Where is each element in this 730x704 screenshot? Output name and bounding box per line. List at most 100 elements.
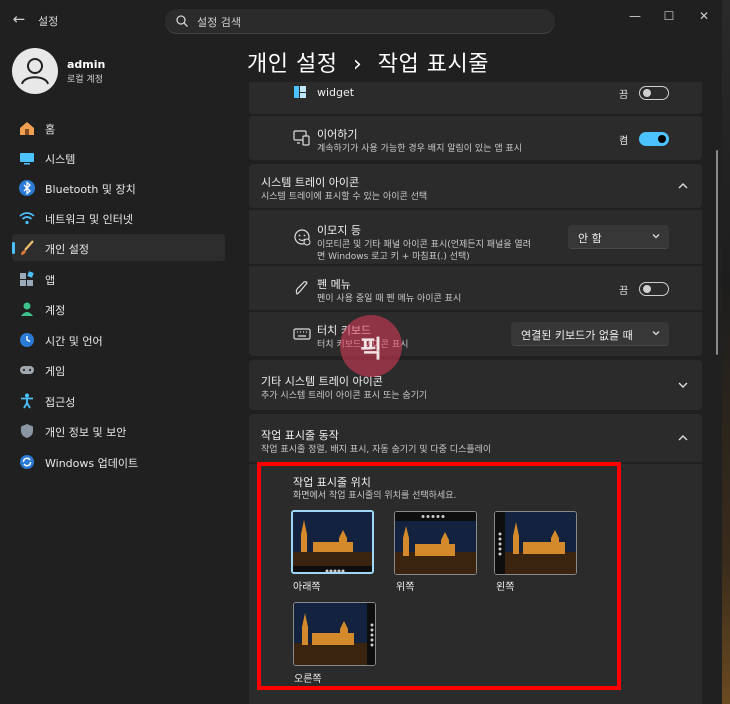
position-option-left[interactable] [494, 511, 577, 575]
sidebar-item-windows-update[interactable]: Windows 업데이트 [12, 448, 225, 475]
toggle-knob [643, 285, 651, 293]
sidebar-item-label: 개인 정보 및 보안 [45, 426, 127, 439]
emoji-row: 이모지 등 이모티콘 및 기타 패널 아이콘 표시(언제든지 패널을 열려 면 … [249, 210, 702, 264]
sidebar-item-personalization[interactable]: 개인 설정 [12, 234, 225, 261]
continue-devices-icon [293, 130, 310, 146]
taskbar-position-section: 작업 표시줄 위치 화면에서 작업 표시줄의 위치를 선택하세요. 아래쪽 위쪽… [249, 464, 702, 704]
emoji-dropdown[interactable]: 안 함 [568, 225, 669, 249]
sidebar-item-label: 앱 [45, 274, 56, 287]
pen-menu-title: 펜 메뉴 [317, 278, 351, 291]
position-label-left: 왼쪽 [496, 582, 515, 593]
touch-keyboard-row: 터치 키보드 터치 키보드 아이콘 표시 연결된 키보드가 없을 때 [249, 312, 702, 356]
sidebar-item-label: 시스템 [45, 153, 76, 166]
clock-globe-icon [20, 333, 34, 347]
sidebar-item-label: Bluetooth 및 장치 [45, 183, 136, 196]
keyboard-icon [293, 328, 311, 340]
active-indicator [12, 242, 15, 254]
sidebar-item-label: Windows 업데이트 [45, 457, 139, 470]
position-option-right[interactable] [293, 602, 376, 666]
sidebar-item-label: 네트워크 및 인터넷 [45, 213, 133, 226]
emoji-dropdown-value: 안 함 [578, 232, 602, 245]
sidebar-item-label: 홈 [45, 123, 56, 136]
minimize-button[interactable]: — [623, 6, 647, 26]
pen-toggle-state: 끔 [619, 286, 629, 297]
chevron-down-icon [678, 382, 688, 388]
content-scrollbar[interactable] [716, 150, 718, 355]
position-option-top[interactable] [394, 511, 477, 575]
person-icon [21, 302, 33, 316]
other-tray-subtitle: 추가 시스템 트레이 아이콘 표시 또는 숨기기 [261, 391, 428, 401]
app-title: 설정 [38, 15, 59, 28]
sidebar-item-network[interactable]: 네트워크 및 인터넷 [12, 204, 225, 231]
position-label-top: 위쪽 [396, 582, 415, 593]
maximize-button[interactable]: ☐ [657, 6, 681, 26]
person-avatar-icon [21, 58, 49, 85]
content-pane: widget 끔 이어하기 계속하기가 사용 가능한 경우 배지 알림이 있는 … [249, 82, 702, 704]
sidebar-item-accessibility[interactable]: 접근성 [12, 387, 225, 414]
emoji-subtitle-line2: 면 Windows 로고 키 + 마침표(.) 선택) [317, 252, 470, 262]
continue-subtitle: 계속하기가 사용 가능한 경우 배지 알림이 있는 앱 표시 [317, 144, 523, 154]
sidebar-item-accounts[interactable]: 계정 [12, 295, 225, 322]
bluetooth-icon [19, 180, 35, 196]
toggle-knob [658, 135, 666, 143]
wifi-icon [19, 212, 35, 225]
continue-toggle[interactable] [639, 132, 669, 146]
widget-row: widget 끔 [249, 82, 702, 114]
search-box[interactable]: 설정 검색 [165, 9, 555, 34]
gamepad-icon [20, 366, 34, 374]
watermark: 픽 [340, 315, 402, 377]
position-option-bottom[interactable] [291, 510, 374, 574]
accessibility-icon [21, 393, 33, 409]
continue-title: 이어하기 [317, 128, 358, 141]
pen-menu-toggle[interactable] [639, 282, 669, 296]
breadcrumb-current: 작업 표시줄 [377, 52, 489, 77]
user-account-type: 로컬 계정 [67, 75, 103, 85]
sidebar-item-system[interactable]: 시스템 [12, 144, 225, 171]
position-label-right: 오른쪽 [294, 674, 322, 685]
sidebar-item-home[interactable]: 홈 [12, 114, 225, 141]
taskbar-behaviors-header[interactable]: 작업 표시줄 동작 작업 표시줄 정렬, 배지 표시, 자동 숨기기 및 다중 … [249, 414, 702, 462]
system-icon [20, 153, 34, 165]
sidebar-item-label: 시간 및 언어 [45, 335, 103, 348]
user-name: admin [67, 58, 106, 71]
behaviors-subtitle: 작업 표시줄 정렬, 배지 표시, 자동 숨기기 및 다중 디스플레이 [261, 445, 492, 455]
emoji-icon [294, 229, 311, 246]
chevron-down-icon [652, 234, 660, 239]
pen-menu-row: 펜 메뉴 펜이 사용 중일 때 펜 메뉴 아이콘 표시 끔 [249, 266, 702, 310]
brush-icon [21, 240, 34, 255]
continue-row: 이어하기 계속하기가 사용 가능한 경우 배지 알림이 있는 앱 표시 켬 [249, 116, 702, 160]
continue-toggle-state: 켬 [619, 136, 629, 147]
desktop-background [722, 0, 730, 704]
sidebar-item-label: 개인 설정 [45, 243, 89, 256]
emoji-title: 이모지 등 [317, 224, 361, 237]
system-tray-title: 시스템 트레이 아이콘 [261, 176, 360, 189]
settings-window: ← 설정 설정 검색 — ☐ ✕ admin 로컬 계정 홈 시스템 Bluet… [0, 0, 722, 704]
breadcrumb-parent[interactable]: 개인 설정 [247, 52, 337, 77]
widget-title: widget [317, 86, 355, 99]
widget-icon [294, 86, 306, 98]
pen-icon [295, 281, 308, 295]
sidebar-item-time-language[interactable]: 시간 및 언어 [12, 326, 225, 353]
close-button[interactable]: ✕ [692, 6, 716, 26]
city-night-preview [395, 512, 476, 574]
apps-icon [20, 271, 34, 286]
sidebar-item-bluetooth[interactable]: Bluetooth 및 장치 [12, 174, 225, 201]
back-button[interactable]: ← [10, 10, 28, 28]
chevron-up-icon [678, 435, 688, 441]
position-subtitle: 화면에서 작업 표시줄의 위치를 선택하세요. [293, 491, 457, 501]
city-night-preview [495, 512, 576, 574]
search-icon [176, 15, 188, 27]
sidebar-item-privacy[interactable]: 개인 정보 및 보안 [12, 417, 225, 444]
system-tray-header[interactable]: 시스템 트레이 아이콘 시스템 트레이에 표시할 수 있는 아이콘 선택 [249, 164, 702, 208]
shield-icon [21, 424, 33, 438]
pen-menu-subtitle: 펜이 사용 중일 때 펜 메뉴 아이콘 표시 [317, 294, 462, 304]
avatar[interactable] [12, 48, 58, 94]
widget-toggle[interactable] [639, 86, 669, 100]
sidebar-item-label: 게임 [45, 365, 66, 378]
city-night-preview [294, 603, 375, 665]
touch-keyboard-dropdown[interactable]: 연결된 키보드가 없을 때 [511, 322, 669, 346]
search-placeholder: 설정 검색 [197, 16, 241, 29]
other-tray-icons-header[interactable]: 기타 시스템 트레이 아이콘 추가 시스템 트레이 아이콘 표시 또는 숨기기 [249, 360, 702, 410]
sidebar-item-apps[interactable]: 앱 [12, 265, 225, 292]
sidebar-item-gaming[interactable]: 게임 [12, 356, 225, 383]
